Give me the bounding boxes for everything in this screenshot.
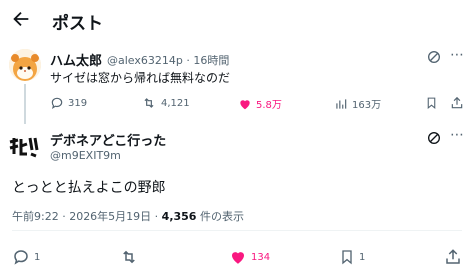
author-handle[interactable]: @alex63214p [107, 54, 183, 67]
author-handle-time: @alex63214p · 16時間 [107, 52, 229, 68]
thread-line [24, 84, 26, 124]
reply-icon [51, 97, 63, 109]
bookmark-button[interactable]: 1 [339, 248, 365, 266]
heart-filled-icon [232, 252, 244, 264]
reply-count: 319 [68, 97, 88, 109]
bookmark-button[interactable] [425, 96, 438, 110]
repost-count: 4,121 [161, 97, 190, 109]
views-button[interactable]: 163万 [334, 96, 381, 111]
author-handle[interactable]: @m9EXIT9m [50, 149, 121, 162]
tweet-meta: 午前9:22 · 2026年5月19日 · 4,356 件の表示 [12, 208, 244, 224]
share-icon [446, 249, 460, 264]
view-suffix: 件の表示 [196, 210, 244, 223]
divider [12, 230, 462, 231]
timestamp[interactable]: 午前9:22 · 2026年5月19日 · [12, 210, 162, 223]
author-name[interactable]: ハム太郎 [50, 50, 102, 69]
repost-icon [144, 98, 154, 108]
more-options-icon[interactable]: ⋯ [450, 128, 466, 144]
reply-button[interactable]: 319 [50, 96, 87, 110]
bookmark-icon [427, 97, 436, 110]
bookmark-icon [342, 250, 352, 265]
header: ポスト [0, 0, 472, 42]
page-title: ポスト [52, 14, 103, 34]
tweet-text: サイゼは窓から帰れば無料なのだ [50, 71, 231, 85]
repost-icon [123, 250, 135, 264]
parent-tweet[interactable]: ハム太郎 @alex63214p · 16時間 ⋯ サイゼは窓から帰れば無料なの… [0, 44, 472, 124]
tweet-text: とっとと払えよこの野郎 [12, 180, 166, 196]
view-count: 4,356 [161, 210, 197, 223]
like-count: 134 [251, 251, 271, 263]
share-icon [451, 96, 463, 109]
author-name[interactable]: デボネアどこ行った [50, 130, 166, 149]
more-options-icon[interactable]: ⋯ [450, 48, 466, 64]
repost-button[interactable]: 4,121 [141, 96, 190, 110]
grok-icon[interactable] [426, 130, 442, 146]
view-count: 163万 [352, 100, 382, 111]
reply-button[interactable]: 1 [12, 248, 40, 266]
bookmark-count: 1 [359, 251, 366, 263]
post-time[interactable]: 16時間 [193, 54, 229, 67]
repost-button[interactable] [119, 248, 143, 266]
like-count: 5.8万 [256, 100, 282, 111]
reply-count: 1 [34, 251, 41, 263]
reply-icon [14, 250, 28, 265]
like-button[interactable]: 5.8万 [238, 96, 282, 111]
views-chart-icon [336, 98, 347, 109]
heart-filled-icon [240, 99, 250, 109]
focused-tweet: デボネアどこ行った @m9EXIT9m ⋯ とっとと払えよこの野郎 午前9:22… [0, 124, 472, 275]
avatar[interactable] [9, 49, 41, 81]
like-button[interactable]: 134 [229, 248, 270, 266]
grok-icon[interactable] [426, 49, 442, 65]
share-button[interactable] [444, 248, 462, 266]
back-arrow-icon[interactable] [10, 8, 32, 30]
share-button[interactable] [450, 96, 464, 110]
avatar[interactable] [8, 134, 40, 160]
